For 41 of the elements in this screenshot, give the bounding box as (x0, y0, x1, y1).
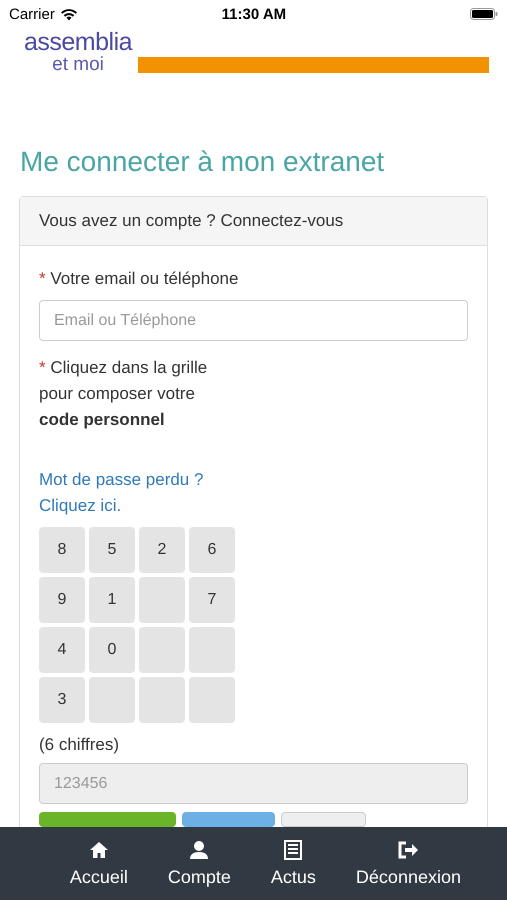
list-icon (284, 839, 302, 861)
clock-time: 11:30 AM (220, 6, 288, 22)
panel-heading: Vous avez un compte ? Connectez-vous (20, 197, 487, 246)
email-label: * Votre email ou téléphone (39, 268, 240, 290)
carrier-name: Carrier (9, 6, 55, 22)
digits-hint: (6 chiffres) (39, 735, 120, 755)
email-field[interactable]: Email ou Téléphone (39, 300, 468, 341)
keypad-key[interactable]: 9 (39, 577, 85, 623)
logo: assemblia et moi (24, 30, 132, 76)
code-field: 123456 (39, 763, 468, 804)
keypad-key[interactable]: 6 (189, 527, 235, 573)
tab-bar-item[interactable]: Déconnexion (356, 827, 461, 900)
tab-bar-item[interactable]: Actus (270, 827, 316, 900)
person-icon (189, 839, 210, 861)
tab-bar-item[interactable]: Compte (168, 827, 231, 900)
keypad-key[interactable]: 2 (139, 527, 185, 573)
blank-key[interactable] (189, 677, 235, 723)
lost-password-link[interactable]: Cliquez ici. (39, 493, 122, 519)
blank-key[interactable] (189, 627, 235, 673)
blank-key[interactable] (89, 677, 135, 723)
logout-icon (397, 839, 420, 861)
code-instructions: * Cliquez dans la grille pour composer votre code personnel (39, 357, 208, 431)
blank-key[interactable] (139, 577, 185, 623)
wifi-icon (60, 8, 78, 20)
keypad-key[interactable]: 7 (189, 577, 235, 623)
login-button[interactable] (39, 812, 176, 827)
clear-button[interactable] (281, 812, 366, 827)
keypad-key[interactable]: 8 (39, 527, 85, 573)
keypad-key[interactable]: 3 (39, 677, 85, 723)
blank-key[interactable] (139, 627, 185, 673)
correct-button[interactable] (182, 812, 275, 827)
page-title: Me connecter à mon extranet (20, 146, 386, 178)
lost-password-link[interactable]: Mot de passe perdu ? (39, 467, 204, 493)
keypad-key[interactable]: 4 (39, 627, 85, 673)
keypad-key[interactable]: 0 (89, 627, 135, 673)
home-icon (88, 839, 109, 861)
battery-icon (470, 8, 498, 20)
keypad-key[interactable]: 5 (89, 527, 135, 573)
keypad-key[interactable]: 1 (89, 577, 135, 623)
tab-bar-item[interactable]: Accueil (70, 827, 128, 900)
blank-key[interactable] (139, 677, 185, 723)
